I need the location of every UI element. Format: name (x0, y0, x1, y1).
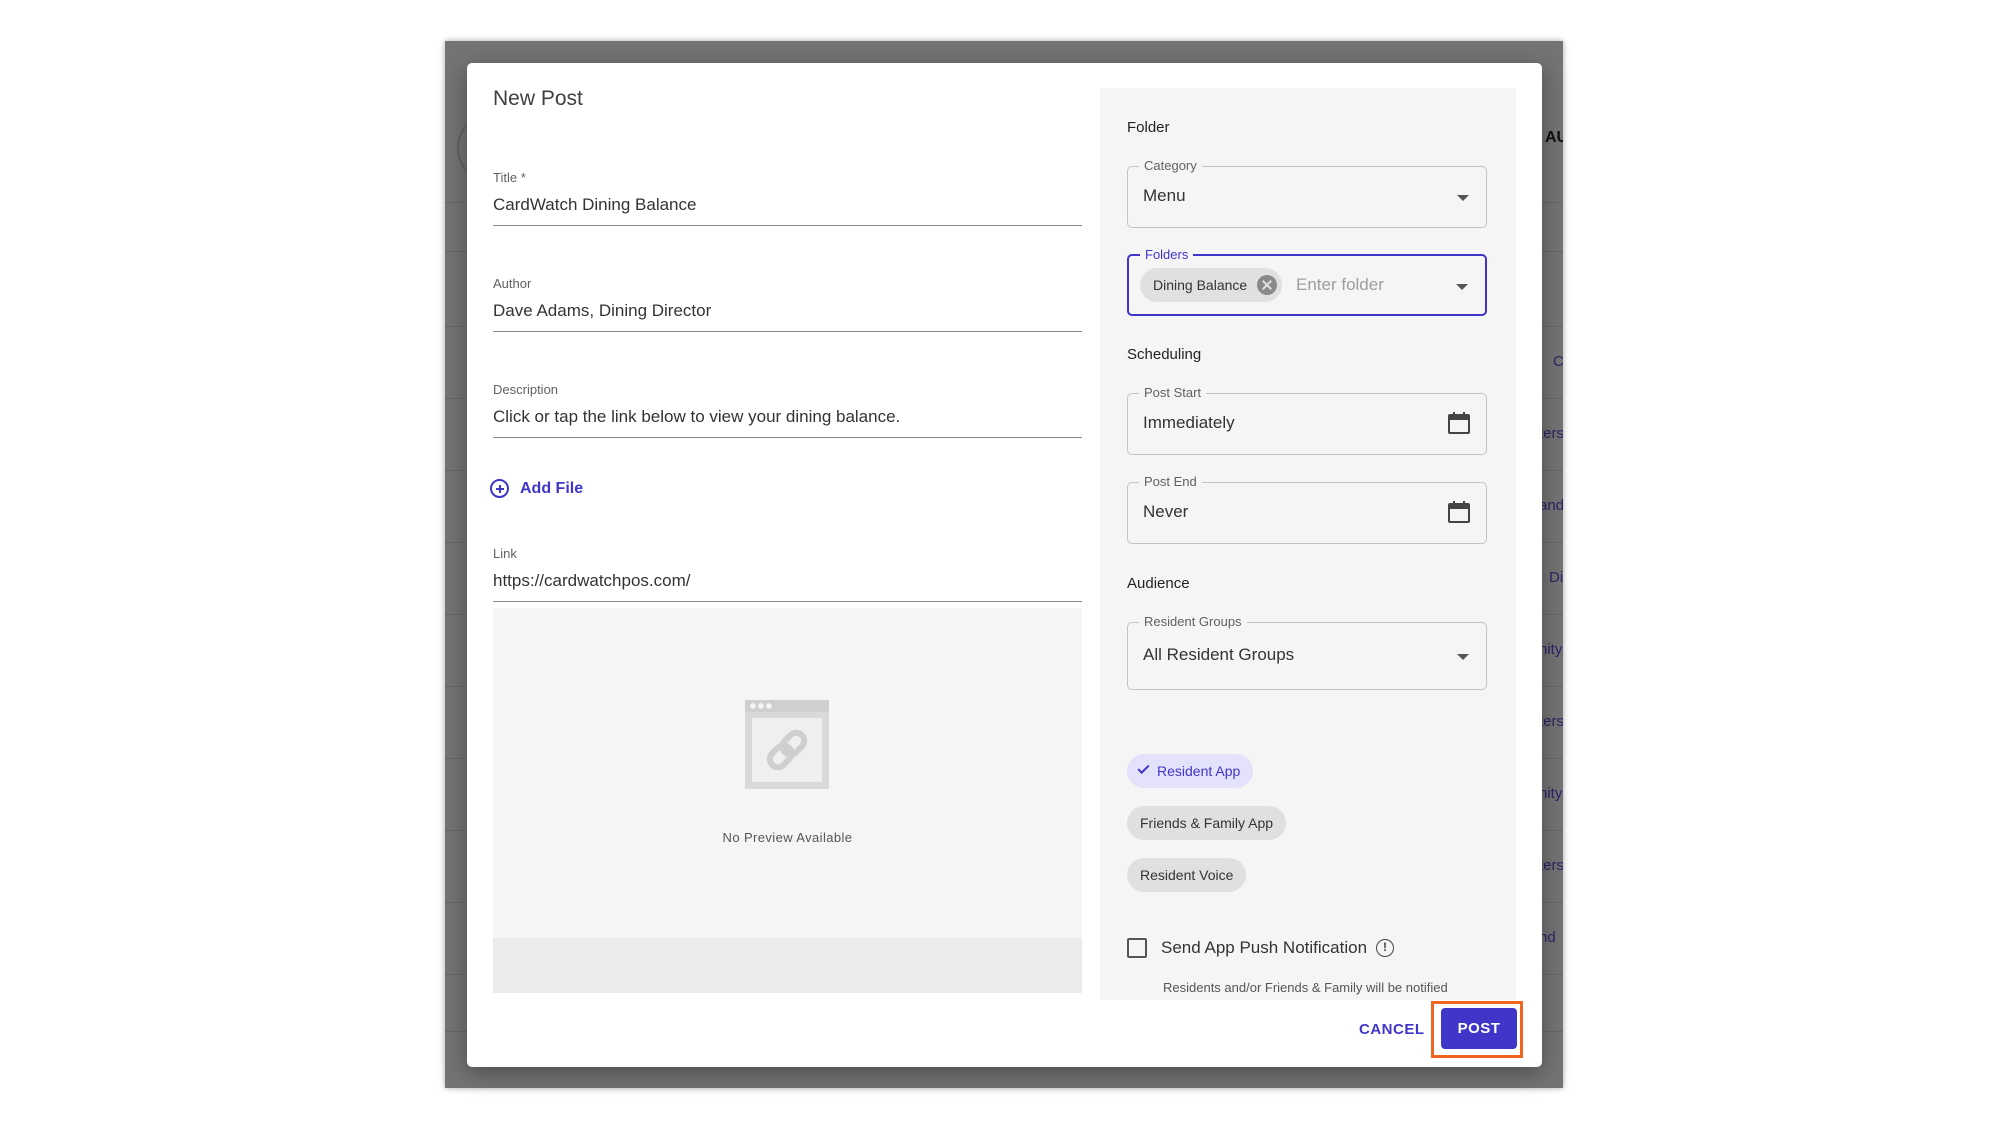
no-preview-text: No Preview Available (722, 830, 853, 845)
folder-chip: Dining Balance (1140, 268, 1283, 302)
post-start-value: Immediately (1143, 413, 1235, 432)
link-preview-icon (745, 700, 829, 789)
push-notification-label: Send App Push Notification (1161, 938, 1368, 957)
add-file-button[interactable]: Add File (490, 479, 583, 498)
cancel-button[interactable]: CANCEL (1359, 1021, 1425, 1038)
title-field[interactable]: Title * CardWatch Dining Balance (493, 170, 1082, 226)
settings-panel: Folder Category Menu Folders Dining Bala… (1100, 88, 1516, 1000)
preview-footer (493, 938, 1082, 993)
link-preview: No Preview Available (493, 608, 1082, 993)
folder-input[interactable]: Enter folder (1296, 275, 1384, 295)
folder-heading: Folder (1127, 119, 1170, 136)
chip-friends-family-app[interactable]: Friends & Family App (1127, 806, 1287, 840)
audience-heading: Audience (1127, 575, 1190, 592)
push-notification-help: Residents and/or Friends & Family will b… (1163, 980, 1448, 995)
resident-groups-label: Resident Groups (1139, 614, 1247, 629)
description-label: Description (493, 382, 559, 397)
folders-select[interactable]: Folders Dining Balance Enter folder (1127, 247, 1487, 316)
chevron-down-icon[interactable] (1457, 654, 1469, 660)
post-start-field[interactable]: Post Start Immediately (1127, 385, 1487, 455)
add-circle-icon (490, 479, 509, 498)
post-start-label: Post Start (1139, 385, 1207, 400)
chip-label: Resident Voice (1140, 867, 1234, 883)
author-field[interactable]: Author Dave Adams, Dining Director (493, 276, 1082, 332)
chip-resident-voice[interactable]: Resident Voice (1127, 858, 1247, 892)
dialog-title: New Post (493, 87, 583, 110)
post-end-value: Never (1143, 502, 1189, 521)
author-label: Author (493, 276, 532, 291)
category-label: Category (1139, 158, 1202, 173)
link-field[interactable]: Link https://cardwatchpos.com/ (493, 546, 1082, 602)
folder-chip-label: Dining Balance (1153, 277, 1248, 293)
calendar-icon[interactable] (1447, 500, 1471, 524)
chevron-down-icon[interactable] (1456, 284, 1468, 290)
push-notification-checkbox[interactable] (1127, 938, 1147, 958)
description-input[interactable]: Click or tap the link below to view your… (493, 407, 1082, 438)
check-icon (1137, 761, 1150, 775)
add-file-label: Add File (520, 479, 584, 497)
post-button-highlight (1431, 1001, 1523, 1058)
new-post-dialog: New Post Title * CardWatch Dining Balanc… (467, 63, 1542, 1067)
post-end-label: Post End (1139, 474, 1202, 489)
folders-label: Folders (1140, 247, 1194, 262)
chip-label: Resident App (1157, 763, 1241, 779)
calendar-icon[interactable] (1447, 411, 1471, 435)
description-field[interactable]: Description Click or tap the link below … (493, 382, 1082, 438)
chip-resident-app[interactable]: Resident App (1127, 754, 1254, 788)
post-end-field[interactable]: Post End Never (1127, 474, 1487, 544)
title-input[interactable]: CardWatch Dining Balance (493, 195, 1082, 226)
link-label: Link (493, 546, 517, 561)
author-input[interactable]: Dave Adams, Dining Director (493, 301, 1082, 332)
resident-groups-select[interactable]: Resident Groups All Resident Groups (1127, 614, 1487, 690)
remove-chip-icon[interactable] (1257, 275, 1278, 295)
info-icon[interactable]: ! (1376, 939, 1395, 957)
category-value: Menu (1143, 186, 1186, 205)
category-select[interactable]: Category Menu (1127, 158, 1487, 228)
title-label: Title * (493, 170, 526, 185)
chevron-down-icon[interactable] (1457, 195, 1469, 201)
scheduling-heading: Scheduling (1127, 346, 1202, 363)
resident-groups-value: All Resident Groups (1143, 645, 1295, 664)
push-notification-row[interactable]: Send App Push Notification ! (1127, 938, 1395, 958)
chip-label: Friends & Family App (1140, 815, 1274, 831)
link-input[interactable]: https://cardwatchpos.com/ (493, 571, 1082, 602)
